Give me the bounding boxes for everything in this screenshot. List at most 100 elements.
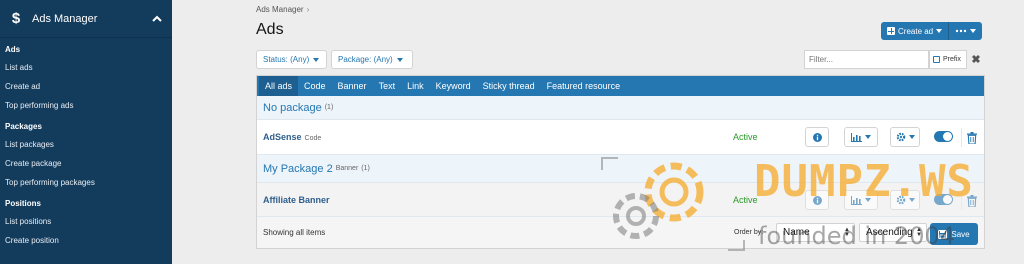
sidebar-heading-ads: Ads (5, 45, 21, 54)
order-direction-select[interactable]: Ascending ▲ ▼ (859, 223, 927, 242)
caret-down-icon (936, 29, 943, 33)
save-button[interactable]: Save (930, 223, 978, 245)
create-ad-button-group: Create ad (881, 22, 983, 40)
group-name: No package (263, 101, 322, 114)
order-by-label: Order by: (734, 229, 764, 236)
info-button[interactable] (805, 190, 829, 210)
sidebar-header[interactable]: $ Ads Manager (0, 0, 172, 38)
order-field-value: Name (783, 227, 810, 238)
status-filter-button[interactable]: Status: (Any) (256, 50, 327, 69)
chevron-up-icon[interactable] (150, 12, 164, 26)
active-toggle[interactable] (934, 194, 953, 205)
settings-button[interactable] (890, 127, 920, 147)
main-content: Ads Manager › Ads Create ad Status: (Any… (172, 0, 1024, 264)
sort-arrows-icon: ▲ ▼ (844, 227, 850, 238)
trash-icon (966, 131, 977, 144)
tab-banner[interactable]: Banner (332, 76, 373, 96)
stats-button[interactable] (844, 190, 878, 210)
prefix-label: Prefix (943, 56, 961, 63)
group-count: (1) (361, 165, 370, 172)
caret-down-icon (313, 57, 320, 62)
toggle-knob (943, 195, 952, 204)
package-filter-button[interactable]: Package: (Any) (331, 50, 413, 69)
info-icon (812, 132, 822, 142)
tab-featured-resource[interactable]: Featured resource (541, 76, 627, 96)
tab-keyword[interactable]: Keyword (430, 76, 477, 96)
caret-down-icon (908, 135, 915, 139)
ad-row: AdSense Code Active (257, 120, 984, 155)
trash-icon (966, 194, 977, 207)
caret-down-icon (908, 198, 915, 202)
gear-icon (896, 195, 905, 205)
more-actions-button[interactable] (948, 22, 982, 40)
info-button[interactable] (805, 127, 829, 147)
tab-link[interactable]: Link (401, 76, 430, 96)
sidebar-section-positions: Positions List positions Create position (0, 199, 172, 250)
showing-text: Showing all items (263, 228, 326, 237)
caret-down-icon (970, 29, 977, 33)
delete-button[interactable] (961, 191, 981, 210)
sidebar-item-top-ads[interactable]: Top performing ads (5, 96, 167, 115)
tab-text[interactable]: Text (373, 76, 402, 96)
save-label: Save (951, 229, 970, 239)
info-icon (812, 195, 822, 205)
group-name: My Package 2 (263, 162, 333, 175)
order-field-select[interactable]: Name ▲ ▼ (776, 223, 855, 242)
ad-name: Affiliate Banner (263, 195, 330, 205)
more-icon (955, 29, 967, 33)
ad-status: Active (733, 195, 758, 205)
status-filter-label: Status: (Any) (263, 55, 310, 64)
sidebar-title: Ads Manager (32, 12, 98, 25)
dollar-icon: $ (11, 10, 21, 27)
ad-status: Active (733, 132, 758, 142)
bar-chart-icon (851, 195, 862, 205)
plus-icon (887, 27, 895, 35)
caret-down-icon (865, 198, 871, 202)
group-type: Banner (335, 165, 359, 172)
group-row[interactable]: No package (1) (257, 96, 984, 120)
delete-button[interactable] (961, 128, 981, 147)
create-ad-button[interactable]: Create ad (881, 22, 948, 40)
ad-name: AdSense (263, 132, 302, 142)
clear-filter-button[interactable]: ✖ (968, 50, 984, 69)
filter-input[interactable] (804, 50, 929, 69)
tab-all-ads[interactable]: All ads (259, 76, 299, 96)
prefix-checkbox[interactable]: Prefix (929, 50, 967, 69)
sidebar-item-create-ad[interactable]: Create ad (5, 77, 167, 96)
sidebar-item-create-position[interactable]: Create position (5, 231, 167, 250)
ad-type: Code (304, 135, 322, 142)
sort-arrows-icon: ▲ ▼ (916, 227, 922, 238)
sidebar-item-top-packages[interactable]: Top performing packages (5, 173, 167, 192)
tab-code[interactable]: Code (298, 76, 332, 96)
active-toggle[interactable] (934, 131, 953, 142)
sidebar-item-list-positions[interactable]: List positions (5, 212, 167, 231)
order-direction-value: Ascending (866, 227, 913, 238)
sidebar-item-create-package[interactable]: Create package (5, 154, 167, 173)
page-title: Ads (256, 21, 284, 38)
create-ad-label: Create ad (898, 26, 934, 36)
breadcrumb: Ads Manager › (256, 5, 309, 14)
ad-name-link[interactable]: Affiliate Banner (263, 195, 330, 205)
toggle-knob (943, 132, 952, 141)
sidebar-item-list-ads[interactable]: List ads (5, 58, 167, 77)
sidebar-item-list-packages[interactable]: List packages (5, 135, 167, 154)
tab-bar: All ads Code Banner Text Link Keyword St… (257, 76, 984, 96)
caret-down-icon (396, 57, 403, 62)
gear-icon (896, 132, 905, 142)
sidebar-heading-positions: Positions (5, 199, 42, 208)
group-count: (1) (324, 104, 334, 111)
sidebar-heading-packages: Packages (5, 122, 42, 131)
package-filter-label: Package: (Any) (338, 55, 393, 64)
sidebar-section-ads: Ads List ads Create ad Top performing ad… (0, 45, 172, 115)
caret-down-icon (865, 135, 871, 139)
ad-name-link[interactable]: AdSense Code (263, 132, 321, 142)
save-icon (938, 229, 948, 239)
breadcrumb-link[interactable]: Ads Manager (256, 5, 304, 14)
settings-button[interactable] (890, 190, 920, 210)
list-footer: Showing all items Order by: Name ▲ ▼ Asce… (257, 216, 984, 248)
sidebar-section-packages: Packages List packages Create package To… (0, 122, 172, 192)
group-row[interactable]: My Package 2 Banner (1) (257, 155, 984, 183)
sidebar: $ Ads Manager Ads List ads Create ad Top… (0, 0, 172, 264)
stats-button[interactable] (844, 127, 878, 147)
tab-sticky-thread[interactable]: Sticky thread (477, 76, 541, 96)
